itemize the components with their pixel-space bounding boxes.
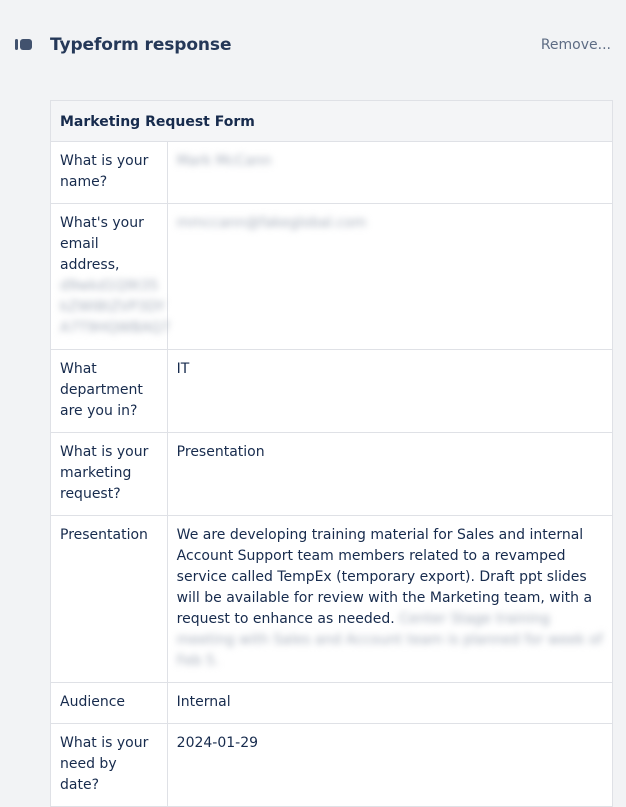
question-cell: What's your email address, d9wkd1Q9t35 k… (50, 203, 171, 350)
card-title: Typeform response (50, 35, 232, 55)
answer-cell: 2024-01-29 (166, 723, 614, 807)
answer-cell: IT (166, 349, 614, 433)
toggle-pill-icon (15, 39, 32, 50)
question-cell: What department are you in? (50, 349, 168, 433)
form-title-row: Marketing Request Form (50, 100, 613, 142)
question-cell: Presentation (50, 515, 168, 683)
table-row: What is your name? Mark McCann (50, 141, 614, 204)
question-cell: What is your name? (50, 141, 168, 204)
question-cell: Audience (50, 682, 168, 724)
answer-cell: Internal (166, 682, 614, 724)
answer-cell: Mark McCann (166, 141, 614, 204)
redacted-question-suffix: d9wkd1Q9t35 kZWI8tZVP3DY A7T9HQWBAQ7 (60, 278, 171, 336)
redacted-answer: mmccann@fakeglobal.com (176, 215, 367, 231)
response-table: Marketing Request Form What is your name… (50, 100, 614, 807)
answer-cell: mmccann@fakeglobal.com (166, 203, 614, 350)
table-row: What department are you in? IT (50, 349, 614, 433)
remove-link[interactable]: Remove... (541, 35, 611, 55)
question-cell: What is your need by date? (50, 723, 168, 807)
answer-cell: Presentation (166, 432, 614, 516)
table-row: What is your marketing request? Presenta… (50, 432, 614, 516)
form-title: Marketing Request Form (50, 100, 613, 142)
card-header: Typeform response Remove... (0, 0, 626, 90)
question-cell: What is your marketing request? (50, 432, 168, 516)
question-text: What's your email address, (60, 215, 144, 273)
redacted-answer: Mark McCann (176, 153, 272, 169)
table-row: Audience Internal (50, 682, 614, 724)
table-row: Presentation We are developing training … (50, 515, 614, 683)
table-row: What's your email address, d9wkd1Q9t35 k… (50, 203, 614, 350)
table-row: What is your need by date? 2024-01-29 (50, 723, 614, 807)
answer-cell: We are developing training material for … (166, 515, 614, 683)
